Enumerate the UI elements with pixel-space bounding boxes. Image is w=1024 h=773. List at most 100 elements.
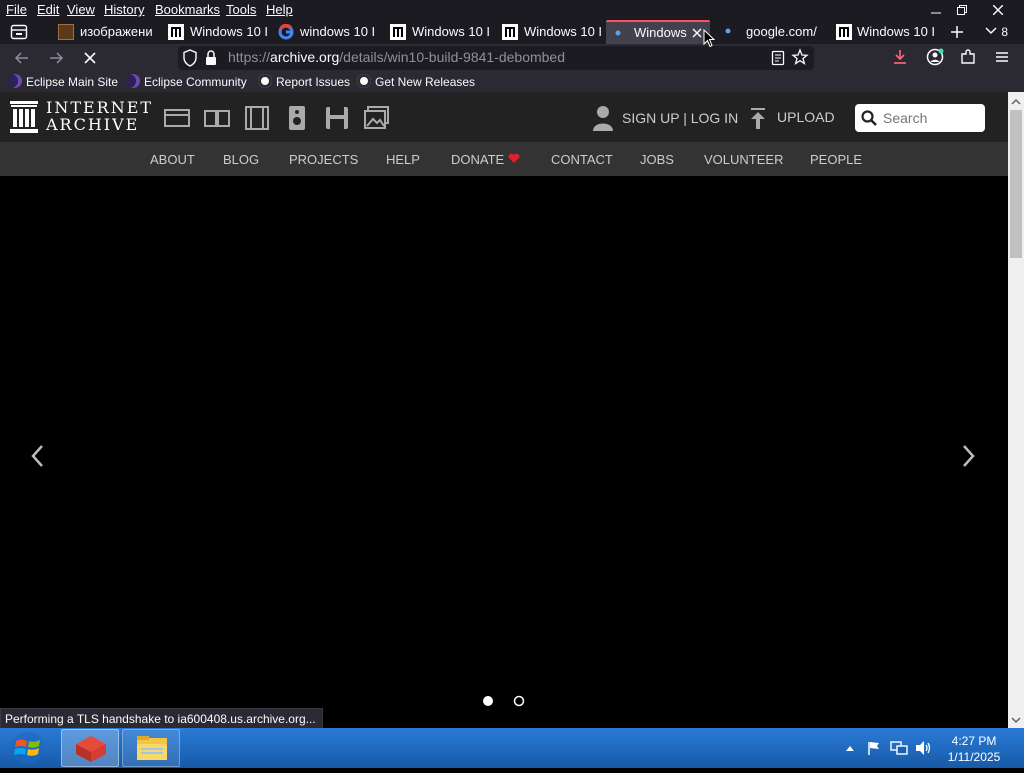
bookmark-star-icon[interactable] bbox=[791, 48, 809, 66]
heart-icon bbox=[508, 153, 520, 163]
tab-windows-3[interactable]: Windows 10 I bbox=[496, 20, 602, 44]
github-icon bbox=[357, 74, 371, 88]
signup-login-link[interactable]: SIGN UP | LOG IN bbox=[622, 110, 738, 126]
stop-button[interactable] bbox=[76, 44, 104, 72]
reader-view-icon[interactable] bbox=[770, 49, 786, 67]
carousel-dot[interactable] bbox=[513, 694, 525, 707]
bookmark-eclipse-community[interactable]: Eclipse Community bbox=[126, 74, 247, 90]
nav-contact[interactable]: CONTACT bbox=[551, 152, 613, 167]
archive-favicon-icon bbox=[836, 24, 852, 40]
software-icon[interactable] bbox=[324, 106, 350, 130]
carousel-dot-active[interactable] bbox=[482, 694, 494, 706]
eclipse-icon bbox=[8, 74, 22, 88]
restore-button[interactable] bbox=[944, 0, 980, 20]
clock-time: 4:27 PM bbox=[951, 734, 997, 748]
system-clock[interactable]: 4:27 PM 1/11/2025 bbox=[940, 733, 1008, 765]
volume-icon[interactable] bbox=[914, 740, 932, 756]
network-icon[interactable] bbox=[890, 740, 908, 756]
bookmark-get-new-releases[interactable]: Get New Releases bbox=[357, 74, 475, 90]
status-text: Performing a TLS handshake to ia600408.u… bbox=[0, 708, 323, 729]
bookmark-eclipse-main-site[interactable]: Eclipse Main Site bbox=[8, 74, 118, 90]
web-icon[interactable] bbox=[164, 106, 190, 130]
carousel-prev-icon[interactable] bbox=[26, 440, 50, 472]
nav-help[interactable]: HELP bbox=[386, 152, 420, 167]
new-tab-icon[interactable] bbox=[949, 24, 965, 40]
upload-link[interactable]: UPLOAD bbox=[777, 109, 835, 125]
back-button[interactable] bbox=[8, 44, 36, 72]
github-icon bbox=[258, 74, 272, 88]
show-hidden-icons-icon[interactable] bbox=[844, 742, 856, 754]
carousel-next-icon[interactable] bbox=[956, 440, 980, 472]
action-center-flag-icon[interactable] bbox=[866, 740, 882, 756]
menu-history[interactable]: History bbox=[104, 2, 144, 17]
menu-view[interactable]: View bbox=[67, 2, 95, 17]
nav-jobs[interactable]: JOBS bbox=[640, 152, 674, 167]
upload-icon[interactable] bbox=[749, 108, 767, 130]
search-box[interactable] bbox=[855, 104, 985, 132]
search-icon[interactable] bbox=[861, 110, 877, 126]
nav-donate[interactable]: DONATE bbox=[451, 152, 520, 167]
tab-google[interactable]: google.com/ bbox=[716, 20, 828, 44]
texts-icon[interactable] bbox=[204, 106, 230, 130]
scroll-down-arrow-icon[interactable] bbox=[1010, 713, 1022, 725]
scroll-up-arrow-icon[interactable] bbox=[1010, 95, 1022, 107]
forward-button[interactable] bbox=[42, 44, 70, 72]
nav-about[interactable]: ABOUT bbox=[150, 152, 195, 167]
nav-blog[interactable]: BLOG bbox=[223, 152, 259, 167]
extensions-icon[interactable] bbox=[959, 48, 977, 66]
google-favicon-icon bbox=[278, 23, 294, 40]
lock-icon[interactable] bbox=[204, 49, 218, 67]
list-all-tabs-button[interactable]: 8 bbox=[984, 22, 1020, 42]
user-icon[interactable] bbox=[592, 104, 614, 132]
archive-favicon-icon bbox=[390, 24, 406, 40]
tab-count: 8 bbox=[1001, 25, 1009, 39]
nav-people[interactable]: PEOPLE bbox=[810, 152, 862, 167]
menu-tools[interactable]: Tools bbox=[226, 2, 256, 17]
windows-logo-icon bbox=[12, 732, 44, 764]
audio-icon[interactable] bbox=[284, 106, 310, 130]
close-tab-icon[interactable] bbox=[690, 25, 704, 39]
tracking-protection-shield-icon[interactable] bbox=[182, 49, 198, 67]
tab-google-search[interactable]: windows 10 I bbox=[272, 20, 380, 44]
media-carousel bbox=[0, 176, 1008, 712]
clock-date: 1/11/2025 bbox=[947, 750, 1001, 764]
chevron-down-icon bbox=[985, 27, 997, 35]
loading-dot-icon bbox=[722, 24, 738, 40]
archive-favicon-icon bbox=[502, 24, 518, 40]
image-favicon-icon bbox=[58, 24, 74, 40]
tab-windows-active[interactable]: Windows bbox=[606, 20, 710, 44]
tab-windows-2[interactable]: Windows 10 I bbox=[384, 20, 490, 44]
menu-bar: File Edit View History Bookmarks Tools H… bbox=[0, 0, 1024, 20]
tab-images[interactable]: изображени bbox=[52, 20, 160, 44]
menu-hamburger-icon[interactable] bbox=[993, 48, 1011, 66]
app-cube-icon bbox=[76, 736, 106, 762]
internet-archive-logo-icon[interactable] bbox=[10, 101, 38, 133]
nav-projects[interactable]: PROJECTS bbox=[289, 152, 358, 167]
folder-icon bbox=[137, 736, 167, 760]
start-button[interactable] bbox=[10, 731, 46, 765]
mouse-cursor-icon bbox=[703, 28, 717, 49]
eclipse-icon bbox=[126, 74, 140, 88]
search-input[interactable] bbox=[883, 108, 979, 128]
url-text[interactable]: https://archive.org/details/win10-build-… bbox=[228, 49, 565, 65]
ia-logo-text[interactable]: INTERNET ARCHIVE bbox=[46, 99, 153, 133]
taskbar-app-browser[interactable] bbox=[61, 729, 119, 767]
firefox-view-icon[interactable] bbox=[10, 24, 28, 40]
loading-dot-icon bbox=[612, 26, 628, 42]
tab-windows-1[interactable]: Windows 10 I bbox=[162, 20, 268, 44]
menu-file[interactable]: File bbox=[6, 2, 27, 17]
menu-edit[interactable]: Edit bbox=[37, 2, 59, 17]
downloads-icon[interactable] bbox=[891, 48, 909, 66]
menu-bookmarks[interactable]: Bookmarks bbox=[155, 2, 220, 17]
scrollbar-thumb[interactable] bbox=[1010, 110, 1022, 258]
video-icon[interactable] bbox=[244, 106, 270, 130]
nav-volunteer[interactable]: VOLUNTEER bbox=[704, 152, 783, 167]
archive-favicon-icon bbox=[168, 24, 184, 40]
menu-help[interactable]: Help bbox=[266, 2, 293, 17]
bookmark-report-issues[interactable]: Report Issues bbox=[258, 74, 350, 90]
tab-windows-4[interactable]: Windows 10 I bbox=[830, 20, 934, 44]
account-icon[interactable] bbox=[925, 47, 945, 67]
close-window-button[interactable] bbox=[980, 0, 1016, 20]
taskbar-app-explorer[interactable] bbox=[122, 729, 180, 767]
images-icon[interactable] bbox=[364, 106, 390, 130]
